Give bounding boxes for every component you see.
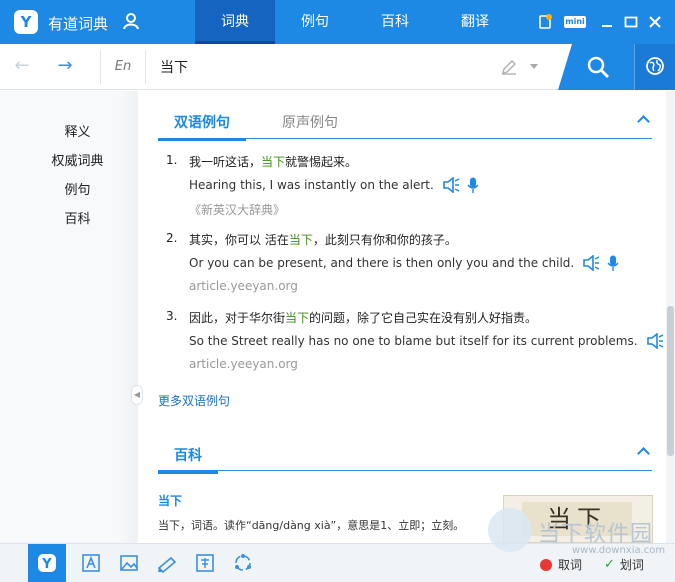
tab-dictionary[interactable]: 词典 bbox=[195, 0, 275, 44]
more-examples-link[interactable]: 更多双语例句 bbox=[158, 392, 230, 409]
capture-word-label: 取词 bbox=[558, 558, 583, 572]
example-number: 1. bbox=[166, 153, 178, 167]
watermark-url: www.downxia.com bbox=[572, 545, 666, 556]
example-source[interactable]: article.yeeyan.org bbox=[189, 279, 298, 293]
minimize-icon[interactable] bbox=[598, 13, 616, 31]
microphone-icon[interactable] bbox=[607, 255, 619, 271]
sync-button[interactable] bbox=[224, 544, 262, 582]
sidebar-item-examples[interactable]: 例句 bbox=[0, 179, 155, 198]
example-english: Or you can be present, and there is then… bbox=[189, 255, 619, 271]
watermark-logo-icon bbox=[488, 508, 532, 552]
speaker-icon[interactable] bbox=[582, 255, 600, 271]
wordbook-icon bbox=[157, 556, 177, 573]
example-english: Hearing this, I was instantly on the ale… bbox=[189, 177, 479, 193]
example-chinese: 我一听这话，当下就警惕起来。 bbox=[189, 155, 358, 169]
tab-examples[interactable]: 例句 bbox=[275, 0, 355, 44]
maximize-icon[interactable] bbox=[622, 13, 640, 31]
app-title: 有道词典 bbox=[48, 15, 109, 33]
back-arrow-icon[interactable]: ← bbox=[12, 56, 32, 76]
tab-translate[interactable]: 翻译 bbox=[435, 0, 515, 44]
chevron-up-icon[interactable] bbox=[637, 447, 650, 460]
wordbook-button[interactable] bbox=[148, 544, 186, 582]
checkmark-icon: ✓ bbox=[604, 557, 615, 572]
notification-icon[interactable] bbox=[536, 13, 554, 31]
select-word-toggle[interactable]: ✓ 划词 bbox=[604, 556, 644, 573]
translate-icon bbox=[196, 554, 214, 572]
forward-arrow-icon[interactable]: → bbox=[55, 56, 75, 76]
svg-text:Y: Y bbox=[41, 557, 52, 572]
globe-icon bbox=[646, 57, 664, 75]
search-input[interactable] bbox=[160, 54, 480, 80]
text-icon bbox=[82, 554, 100, 572]
sync-icon bbox=[235, 554, 251, 571]
example-number: 2. bbox=[166, 231, 178, 245]
speaker-icon[interactable] bbox=[442, 177, 460, 193]
sidebar-item-definition[interactable]: 释义 bbox=[0, 121, 155, 140]
sidebar-item-encyclopedia[interactable]: 百科 bbox=[0, 208, 155, 227]
vertical-scrollbar[interactable] bbox=[666, 91, 675, 543]
encyclopedia-description: 当下，词语。读作“dāng/dàng xià”，意思是1、立即；立刻。 bbox=[158, 519, 465, 532]
tab-audio-examples[interactable]: 原声例句 bbox=[282, 112, 338, 132]
tab-bilingual-examples[interactable]: 双语例句 bbox=[158, 112, 246, 141]
select-word-label: 划词 bbox=[619, 558, 644, 572]
image-icon bbox=[120, 555, 138, 571]
main-nav: 词典 例句 百科 翻译 bbox=[195, 0, 515, 44]
example-english: So the Street really has no one to blame… bbox=[189, 333, 666, 349]
capture-word-toggle[interactable]: 取词 bbox=[540, 556, 582, 573]
encyclopedia-term[interactable]: 当下 bbox=[158, 492, 182, 509]
mini-mode-button[interactable]: mini bbox=[564, 16, 586, 28]
sidebar-collapse-handle[interactable]: ◀ bbox=[131, 385, 143, 405]
search-button[interactable] bbox=[558, 44, 634, 90]
example-number: 3. bbox=[166, 309, 178, 323]
speaker-icon[interactable] bbox=[646, 333, 664, 349]
title-bar: Y 有道词典 词典 例句 百科 翻译 mini bbox=[0, 0, 675, 44]
example-source: 《新英汉大辞典》 bbox=[189, 203, 286, 217]
language-selector[interactable]: En bbox=[100, 50, 146, 84]
youdao-logo-icon: Y bbox=[14, 10, 38, 34]
chevron-up-icon[interactable] bbox=[637, 115, 650, 128]
chevron-down-icon[interactable] bbox=[530, 64, 538, 69]
red-dot-icon bbox=[540, 558, 552, 571]
user-icon[interactable] bbox=[122, 12, 140, 30]
text-translate-button[interactable] bbox=[72, 544, 110, 582]
handwriting-pen-icon[interactable] bbox=[500, 58, 518, 76]
microphone-icon[interactable] bbox=[467, 177, 479, 193]
scrollbar-thumb[interactable] bbox=[667, 306, 674, 456]
search-bar: ← → En bbox=[0, 44, 675, 90]
youdao-logo-icon: Y bbox=[38, 554, 56, 572]
online-translate-button[interactable] bbox=[634, 44, 675, 90]
sidebar-item-authoritative-dict[interactable]: 权威词典 bbox=[0, 150, 155, 169]
encyclopedia-title: 百科 bbox=[158, 445, 218, 474]
dictionary-home-button[interactable]: Y bbox=[28, 544, 66, 582]
image-translate-button[interactable] bbox=[110, 544, 148, 582]
main-content: 双语例句 原声例句 1. 我一听这话，当下就警惕起来。 Hearing this… bbox=[148, 91, 666, 543]
sidebar: 释义 权威词典 例句 百科 ◀ bbox=[0, 91, 143, 543]
tab-encyclopedia[interactable]: 百科 bbox=[355, 0, 435, 44]
example-source[interactable]: article.yeeyan.org bbox=[189, 357, 298, 371]
encyclopedia-header: 百科 bbox=[158, 441, 652, 474]
example-chinese: 因此，对于华尔街当下的问题，除了它自己实在没有别人好指责。 bbox=[189, 311, 538, 325]
watermark-text: 当下软件园 bbox=[538, 522, 654, 547]
example-subtabs: 双语例句 原声例句 bbox=[158, 109, 652, 141]
search-icon bbox=[587, 56, 609, 78]
example-chinese: 其实，你可以 活在当下，此刻只有你和你的孩子。 bbox=[189, 233, 457, 247]
close-icon[interactable] bbox=[646, 13, 664, 31]
translate-button[interactable] bbox=[186, 544, 224, 582]
